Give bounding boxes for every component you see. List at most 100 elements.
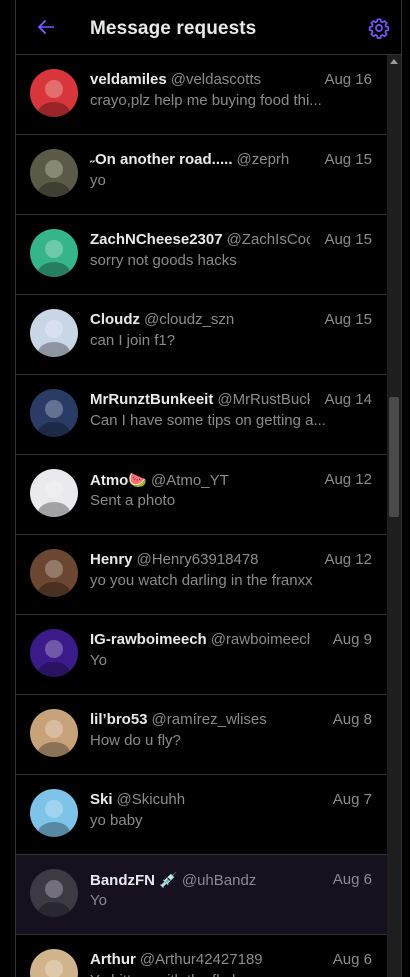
name-line: Henry @Henry63918478 (90, 551, 310, 568)
message-request-row[interactable]: ˶On another road..... @zeprh Aug 15 yo (16, 135, 387, 215)
avatar-image (30, 549, 78, 597)
avatar[interactable] (30, 549, 78, 597)
display-name: Cloudz (90, 311, 140, 328)
message-preview: yo baby (90, 812, 143, 829)
message-date: Aug 8 (329, 711, 372, 728)
display-name: Henry (90, 551, 133, 568)
header: Message requests (16, 0, 401, 55)
name-line: veldamiles @veldascotts (90, 71, 310, 88)
avatar[interactable] (30, 389, 78, 437)
message-request-row[interactable]: Cloudz @cloudz_szn Aug 15 can I join f1? (16, 295, 387, 375)
user-handle: @ZachIsCool... (226, 231, 310, 248)
display-name: BandzFN 💉 (90, 872, 178, 889)
message-date: Aug 14 (321, 391, 372, 408)
message-request-row[interactable]: Atmo🍉 @Atmo_YT Aug 12 Sent a photo (16, 455, 387, 535)
user-handle: @Atmo_YT (151, 472, 229, 489)
user-handle: @MrRustBucket... (217, 391, 310, 408)
display-name: Atmo🍉 (90, 472, 148, 489)
display-name: ZachNCheese2307 (90, 231, 223, 248)
avatar[interactable] (30, 869, 78, 917)
name-line: Ski @Skicuhh (90, 791, 310, 808)
user-handle: @Arthur42427189 (139, 951, 263, 968)
message-request-row[interactable]: BandzFN 💉 @uhBandz Aug 6 Yo (16, 855, 387, 935)
name-line: ˶On another road..... @zeprh (90, 151, 310, 168)
avatar[interactable] (30, 229, 78, 277)
scrollbar[interactable] (387, 55, 401, 977)
message-request-row[interactable]: veldamiles @veldascotts Aug 16 crayo,plz he… (16, 55, 387, 135)
avatar-image (30, 709, 78, 757)
message-requests-panel: Message requests veldamiles @veldascotts A… (15, 0, 402, 977)
user-handle: @ramírez_wlises (151, 711, 267, 728)
message-preview: Can I have some tips on getting a... (90, 412, 326, 429)
message-date: Aug 12 (321, 471, 372, 488)
display-name: IG-rawboimeech (90, 631, 207, 648)
message-request-row[interactable]: lil’bro53 @ramírez_wlises Aug 8 How do u fl… (16, 695, 387, 775)
name-line: Atmo🍉 @Atmo_YT (90, 471, 310, 489)
avatar[interactable] (30, 949, 78, 977)
name-line: Arthur @Arthur42427189 (90, 951, 310, 968)
message-preview: sorry not goods hacks (90, 252, 237, 269)
avatar-image (30, 149, 78, 197)
avatar-image (30, 229, 78, 277)
display-name: lil’bro53 (90, 711, 148, 728)
name-line: MrRunztBunkeeit@MrRustBucket... (90, 391, 310, 408)
message-request-row[interactable]: IG-rawboimeech @rawboimeech Aug 9 Yo (16, 615, 387, 695)
message-preview: Yo bitte ...with the fl...l... (90, 972, 372, 977)
avatar[interactable] (30, 149, 78, 197)
display-name: veldamiles (90, 71, 167, 88)
name-line: IG-rawboimeech @rawboimeech (90, 631, 310, 648)
avatar-image (30, 389, 78, 437)
avatar[interactable] (30, 709, 78, 757)
message-request-row[interactable]: Ski @Skicuhh Aug 7 yo baby (16, 775, 387, 855)
scroll-up-icon[interactable] (390, 59, 398, 64)
user-handle: @zeprh (236, 151, 290, 168)
message-request-row[interactable]: MrRunztBunkeeit@MrRustBucket... Aug 14 Can… (16, 375, 387, 455)
display-name: Ski (90, 791, 113, 808)
avatar[interactable] (30, 789, 78, 837)
message-preview: How do u fly? (90, 732, 181, 749)
display-name: ˶On another road..... (90, 151, 233, 168)
message-preview: Yo (90, 892, 107, 909)
message-preview: crayo,plz help me buying food thi... (90, 92, 322, 109)
avatar-image (30, 789, 78, 837)
message-date: Aug 15 (321, 151, 372, 168)
name-line: Cloudz @cloudz_szn (90, 311, 310, 328)
avatar-image (30, 869, 78, 917)
avatar-image (30, 629, 78, 677)
back-button[interactable] (34, 15, 58, 39)
message-date: Aug 9 (329, 631, 372, 648)
name-line: ZachNCheese2307@ZachIsCool... (90, 231, 310, 248)
message-date: Aug 15 (321, 311, 372, 328)
display-name: Arthur (90, 951, 136, 968)
message-date: Aug 12 (321, 551, 372, 568)
message-preview: Yo (90, 652, 107, 669)
page-title: Message requests (90, 18, 257, 39)
message-date: Aug 16 (321, 71, 372, 88)
user-handle: @Skicuhh (116, 791, 186, 808)
scrollbar-thumb[interactable] (389, 397, 399, 517)
arrow-left-icon (37, 19, 54, 35)
message-preview: Sent a photo (90, 492, 176, 509)
avatar[interactable] (30, 469, 78, 517)
name-line: lil’bro53 @ramírez_wlises (90, 711, 310, 728)
user-handle: @cloudz_szn (144, 311, 235, 328)
message-request-row[interactable]: ZachNCheese2307@ZachIsCool... Aug 15 sorry… (16, 215, 387, 295)
avatar-image (30, 949, 78, 977)
user-handle: @uhBandz (181, 872, 257, 889)
avatar[interactable] (30, 69, 78, 117)
user-handle: @Henry63918478 (136, 551, 259, 568)
message-request-row[interactable]: Arthur@Arthur42427189 Aug 6 Yo bitte ...wi… (16, 935, 387, 977)
name-line: BandzFN 💉 @uhBandz (90, 871, 310, 889)
avatar-image (30, 309, 78, 357)
message-date: Aug 7 (329, 791, 372, 808)
message-date: Aug 6 (329, 951, 372, 968)
settings-button[interactable] (368, 17, 390, 39)
message-preview: can I join f1? (90, 332, 176, 349)
avatar[interactable] (30, 629, 78, 677)
avatar-image (30, 69, 78, 117)
message-preview: yo (90, 172, 106, 189)
message-date: Aug 15 (321, 231, 372, 248)
avatar[interactable] (30, 309, 78, 357)
user-handle: @rawboimeech (210, 631, 310, 648)
message-request-row[interactable]: Henry @Henry63918478 Aug 12 yo you watch da… (16, 535, 387, 615)
